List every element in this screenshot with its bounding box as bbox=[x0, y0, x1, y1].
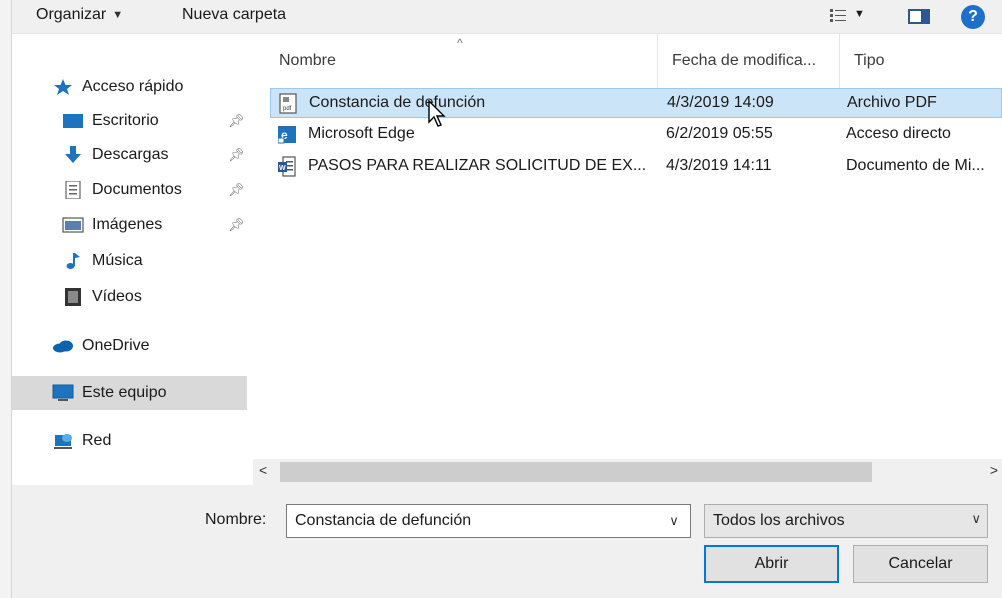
column-header-label: Tipo bbox=[854, 52, 885, 69]
svg-text:pdf: pdf bbox=[283, 106, 292, 112]
sidebar-item-desktop[interactable]: Escritorio 📌︎ bbox=[12, 104, 247, 138]
file-type-value: Todos los archivos bbox=[713, 512, 845, 529]
file-type-select[interactable]: Todos los archivos ∨ bbox=[704, 504, 988, 538]
file-name: PASOS PARA REALIZAR SOLICITUD DE EX... bbox=[308, 157, 647, 174]
cloud-icon bbox=[53, 340, 73, 353]
file-date: 6/2/2019 05:55 bbox=[666, 125, 773, 142]
preview-pane-icon[interactable] bbox=[908, 9, 930, 24]
column-header-date[interactable]: Fecha de modifica... bbox=[658, 34, 840, 88]
cancel-button[interactable]: Cancelar bbox=[853, 545, 988, 583]
sidebar-item-label: Descargas bbox=[92, 146, 169, 163]
download-arrow-icon bbox=[65, 146, 81, 163]
sort-ascending-icon: ^ bbox=[457, 36, 463, 50]
star-icon bbox=[54, 79, 72, 95]
image-icon bbox=[62, 217, 84, 233]
help-icon[interactable]: ? bbox=[961, 5, 985, 29]
file-name: Constancia de defunción bbox=[309, 94, 486, 111]
scrollbar-thumb[interactable] bbox=[280, 462, 872, 482]
table-row[interactable]: pdf Constancia de defunción 4/3/2019 14:… bbox=[270, 88, 1002, 118]
sidebar-item-onedrive[interactable]: OneDrive bbox=[12, 329, 247, 363]
sidebar-item-label: Documentos bbox=[92, 181, 182, 198]
organize-button[interactable]: Organizar ▼ bbox=[36, 6, 123, 24]
filename-history-chevron-icon[interactable]: ∨ bbox=[660, 507, 688, 535]
view-chevron-down-icon[interactable]: ▼ bbox=[854, 8, 865, 20]
svg-text:W: W bbox=[279, 165, 286, 172]
sidebar-item-videos[interactable]: Vídeos bbox=[12, 280, 247, 314]
sidebar-item-network[interactable]: Red bbox=[12, 424, 247, 458]
film-icon bbox=[65, 288, 81, 306]
pin-icon[interactable]: 📌︎ bbox=[228, 147, 245, 163]
sidebar-item-label: Imágenes bbox=[92, 216, 163, 233]
filename-label: Nombre: bbox=[205, 511, 267, 528]
edge-shortcut-icon: e bbox=[278, 126, 296, 144]
window-left-edge bbox=[0, 0, 12, 598]
network-icon bbox=[54, 434, 72, 449]
file-type: Archivo PDF bbox=[847, 94, 937, 111]
file-date: 4/3/2019 14:11 bbox=[666, 157, 772, 174]
table-row[interactable]: e Microsoft Edge 6/2/2019 05:55 Acceso d… bbox=[270, 120, 1002, 150]
organize-label: Organizar bbox=[36, 6, 107, 23]
pin-icon[interactable]: 📌︎ bbox=[228, 113, 245, 129]
chevron-down-icon: ∨ bbox=[971, 511, 981, 526]
pin-icon[interactable]: 📌︎ bbox=[228, 182, 245, 198]
file-type: Acceso directo bbox=[846, 125, 951, 142]
computer-icon bbox=[52, 384, 74, 401]
sidebar-item-label: Vídeos bbox=[92, 288, 142, 305]
document-icon bbox=[65, 181, 81, 199]
sidebar-item-label: Música bbox=[92, 252, 143, 269]
sidebar-item-pictures[interactable]: Imágenes 📌︎ bbox=[12, 208, 247, 242]
sidebar-item-downloads[interactable]: Descargas 📌︎ bbox=[12, 138, 247, 172]
sidebar-item-label: Acceso rápido bbox=[82, 78, 184, 95]
desktop-icon bbox=[63, 114, 83, 128]
open-button[interactable]: Abrir bbox=[704, 545, 839, 583]
chevron-down-icon: ▼ bbox=[112, 9, 124, 21]
scroll-right-icon[interactable]: > bbox=[990, 462, 998, 478]
sidebar-item-documents[interactable]: Documentos 📌︎ bbox=[12, 173, 247, 207]
sidebar-item-label: Escritorio bbox=[92, 112, 159, 129]
column-header-name[interactable]: Nombre ^ bbox=[265, 34, 658, 88]
filename-input[interactable] bbox=[286, 504, 691, 538]
sidebar-item-label: Este equipo bbox=[82, 384, 167, 401]
column-header-label: Nombre bbox=[279, 52, 336, 69]
file-name: Microsoft Edge bbox=[308, 125, 415, 142]
pdf-file-icon: pdf bbox=[279, 93, 297, 114]
sidebar-item-music[interactable]: Música bbox=[12, 244, 247, 278]
file-date: 4/3/2019 14:09 bbox=[667, 94, 774, 111]
file-dialog-footer: Nombre: ∨ Todos los archivos ∨ Abrir Can… bbox=[12, 485, 1002, 598]
new-folder-label: Nueva carpeta bbox=[182, 6, 287, 23]
horizontal-scrollbar[interactable]: < > bbox=[253, 459, 1002, 485]
toolbar: Organizar ▼ Nueva carpeta ▼ ? bbox=[12, 0, 1002, 34]
file-list: Nombre ^ Fecha de modifica... Tipo pdf C… bbox=[265, 34, 1002, 458]
word-document-icon: W bbox=[278, 156, 296, 177]
sidebar-item-quick-access[interactable]: Acceso rápido bbox=[12, 70, 247, 104]
table-row[interactable]: W PASOS PARA REALIZAR SOLICITUD DE EX...… bbox=[270, 152, 1002, 182]
sidebar-item-this-pc[interactable]: Este equipo bbox=[12, 376, 247, 410]
pin-icon[interactable]: 📌︎ bbox=[228, 217, 245, 233]
sidebar-item-label: Red bbox=[82, 432, 112, 449]
music-note-icon bbox=[66, 253, 80, 269]
navigation-pane: Acceso rápido Escritorio 📌︎ Descargas 📌︎… bbox=[12, 34, 260, 464]
new-folder-button[interactable]: Nueva carpeta bbox=[182, 6, 286, 24]
mouse-cursor-icon bbox=[428, 100, 446, 127]
scroll-left-icon[interactable]: < bbox=[259, 462, 267, 478]
column-header-label: Fecha de modifica... bbox=[672, 52, 817, 69]
sidebar-item-label: OneDrive bbox=[82, 337, 150, 354]
column-header-type[interactable]: Tipo bbox=[840, 34, 1002, 88]
file-type: Documento de Mi... bbox=[846, 157, 985, 174]
view-options-icon[interactable] bbox=[830, 9, 846, 23]
